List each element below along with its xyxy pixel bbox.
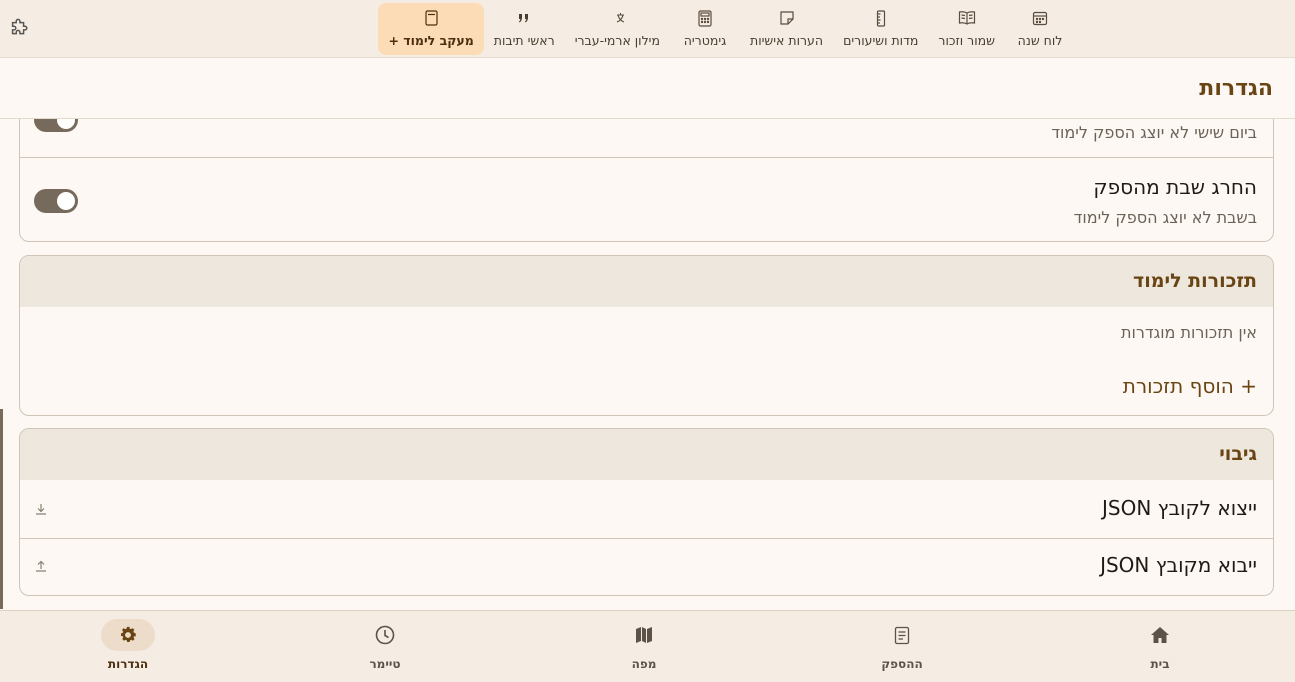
no-reminders-text: אין תזכורות מוגדרות [1120, 323, 1257, 342]
nav-daily-portion[interactable]: ההספק [847, 619, 957, 679]
download-icon[interactable] [34, 501, 48, 515]
import-json-label: ייבוא מקובץ JSON [1100, 553, 1257, 577]
tool-label: שמור וזכור [938, 33, 995, 48]
nav-settings[interactable]: הגדרות [73, 619, 183, 679]
bottom-nav: בית ההספק מפה טיימר הגדרות [0, 610, 1295, 682]
reminders-header: תזכורות לימוד [20, 256, 1273, 307]
tool-label: הערות אישיות [749, 33, 824, 48]
toggle-knob [57, 192, 75, 210]
backup-card: גיבוי ייצוא לקובץ JSON ייבוא מקובץ JSON [19, 428, 1274, 596]
gear-icon [101, 619, 155, 651]
export-json-label: ייצוא לקובץ JSON [1102, 496, 1257, 520]
nav-map[interactable]: מפה [589, 619, 699, 679]
shabbat-toggle[interactable] [34, 189, 78, 213]
notebook-icon [422, 9, 440, 27]
toolbar-tools: לוח שנה שמור וזכור מדות ושיעורים הערות א… [378, 3, 1075, 55]
friday-toggle[interactable] [34, 119, 78, 132]
schedule-card: ביום שישי לא יוצג הספק לימוד החרג שבת מה… [19, 119, 1274, 242]
tool-shamor-vezachor[interactable]: שמור וזכור [928, 3, 1005, 55]
tool-label: מילון ארמי-עברי [574, 33, 660, 48]
tool-measures[interactable]: מדות ושיעורים [833, 3, 928, 55]
tool-aramaic-dictionary[interactable]: a מילון ארמי-עברי [565, 3, 670, 55]
ruler-icon [872, 9, 890, 27]
reminders-title: תזכורות לימוד [1133, 270, 1257, 292]
import-row[interactable]: ייבוא מקובץ JSON [20, 539, 1273, 595]
map-icon [617, 619, 671, 651]
tool-study-tracker[interactable]: מעקב לימוד + [378, 3, 484, 55]
settings-content[interactable]: ביום שישי לא יוצג הספק לימוד החרג שבת מה… [0, 119, 1295, 610]
translate-icon: a [608, 9, 626, 27]
backup-header: גיבוי [20, 429, 1273, 480]
backup-title: גיבוי [1219, 443, 1257, 465]
upload-icon[interactable] [34, 558, 48, 572]
tool-label: מעקב לימוד + [388, 33, 474, 48]
page-title: הגדרות [1199, 76, 1273, 101]
reminders-card: תזכורות לימוד אין תזכורות מוגדרות + הוסף… [19, 255, 1274, 416]
page-header: הגדרות [0, 58, 1295, 119]
top-toolbar: לוח שנה שמור וזכור מדות ושיעורים הערות א… [0, 0, 1295, 58]
document-icon [875, 619, 929, 651]
tool-calendar[interactable]: לוח שנה [1005, 3, 1075, 55]
shabbat-title: החרג שבת מהספק [1093, 175, 1257, 199]
shabbat-setting-row: החרג שבת מהספק בשבת לא יוצג הספק לימוד [20, 158, 1273, 241]
friday-subtitle: ביום שישי לא יוצג הספק לימוד [1051, 123, 1257, 142]
calculator-icon [696, 9, 714, 27]
home-icon [1133, 619, 1187, 651]
quote-icon [515, 9, 533, 27]
tool-gematria[interactable]: גימטריה [670, 3, 740, 55]
nav-label: ההספק [881, 657, 923, 671]
add-reminder-button[interactable]: + הוסף תזכורת [1123, 374, 1257, 398]
clock-icon [358, 619, 412, 651]
shabbat-subtitle: בשבת לא יוצג הספק לימוד [1073, 208, 1257, 227]
tool-label: ראשי תיבות [493, 33, 555, 48]
export-row[interactable]: ייצוא לקובץ JSON [20, 480, 1273, 538]
sticky-note-icon [778, 9, 796, 27]
nav-label: מפה [631, 657, 657, 671]
nav-timer[interactable]: טיימר [330, 619, 440, 679]
book-open-icon [958, 9, 976, 27]
nav-label: בית [1150, 657, 1170, 671]
friday-setting-row: ביום שישי לא יוצג הספק לימוד [20, 119, 1273, 157]
toggle-knob [57, 119, 75, 129]
calendar-icon [1031, 9, 1049, 27]
tool-label: מדות ושיעורים [843, 33, 919, 48]
tool-label: לוח שנה [1017, 33, 1063, 48]
nav-home[interactable]: בית [1105, 619, 1215, 679]
tool-acronyms[interactable]: ראשי תיבות [484, 3, 565, 55]
tool-personal-notes[interactable]: הערות אישיות [740, 3, 833, 55]
scroll-indicator [0, 409, 3, 609]
tool-label: גימטריה [683, 33, 727, 48]
puzzle-icon[interactable] [8, 18, 30, 40]
nav-label: טיימר [369, 657, 401, 671]
nav-label: הגדרות [107, 657, 149, 671]
